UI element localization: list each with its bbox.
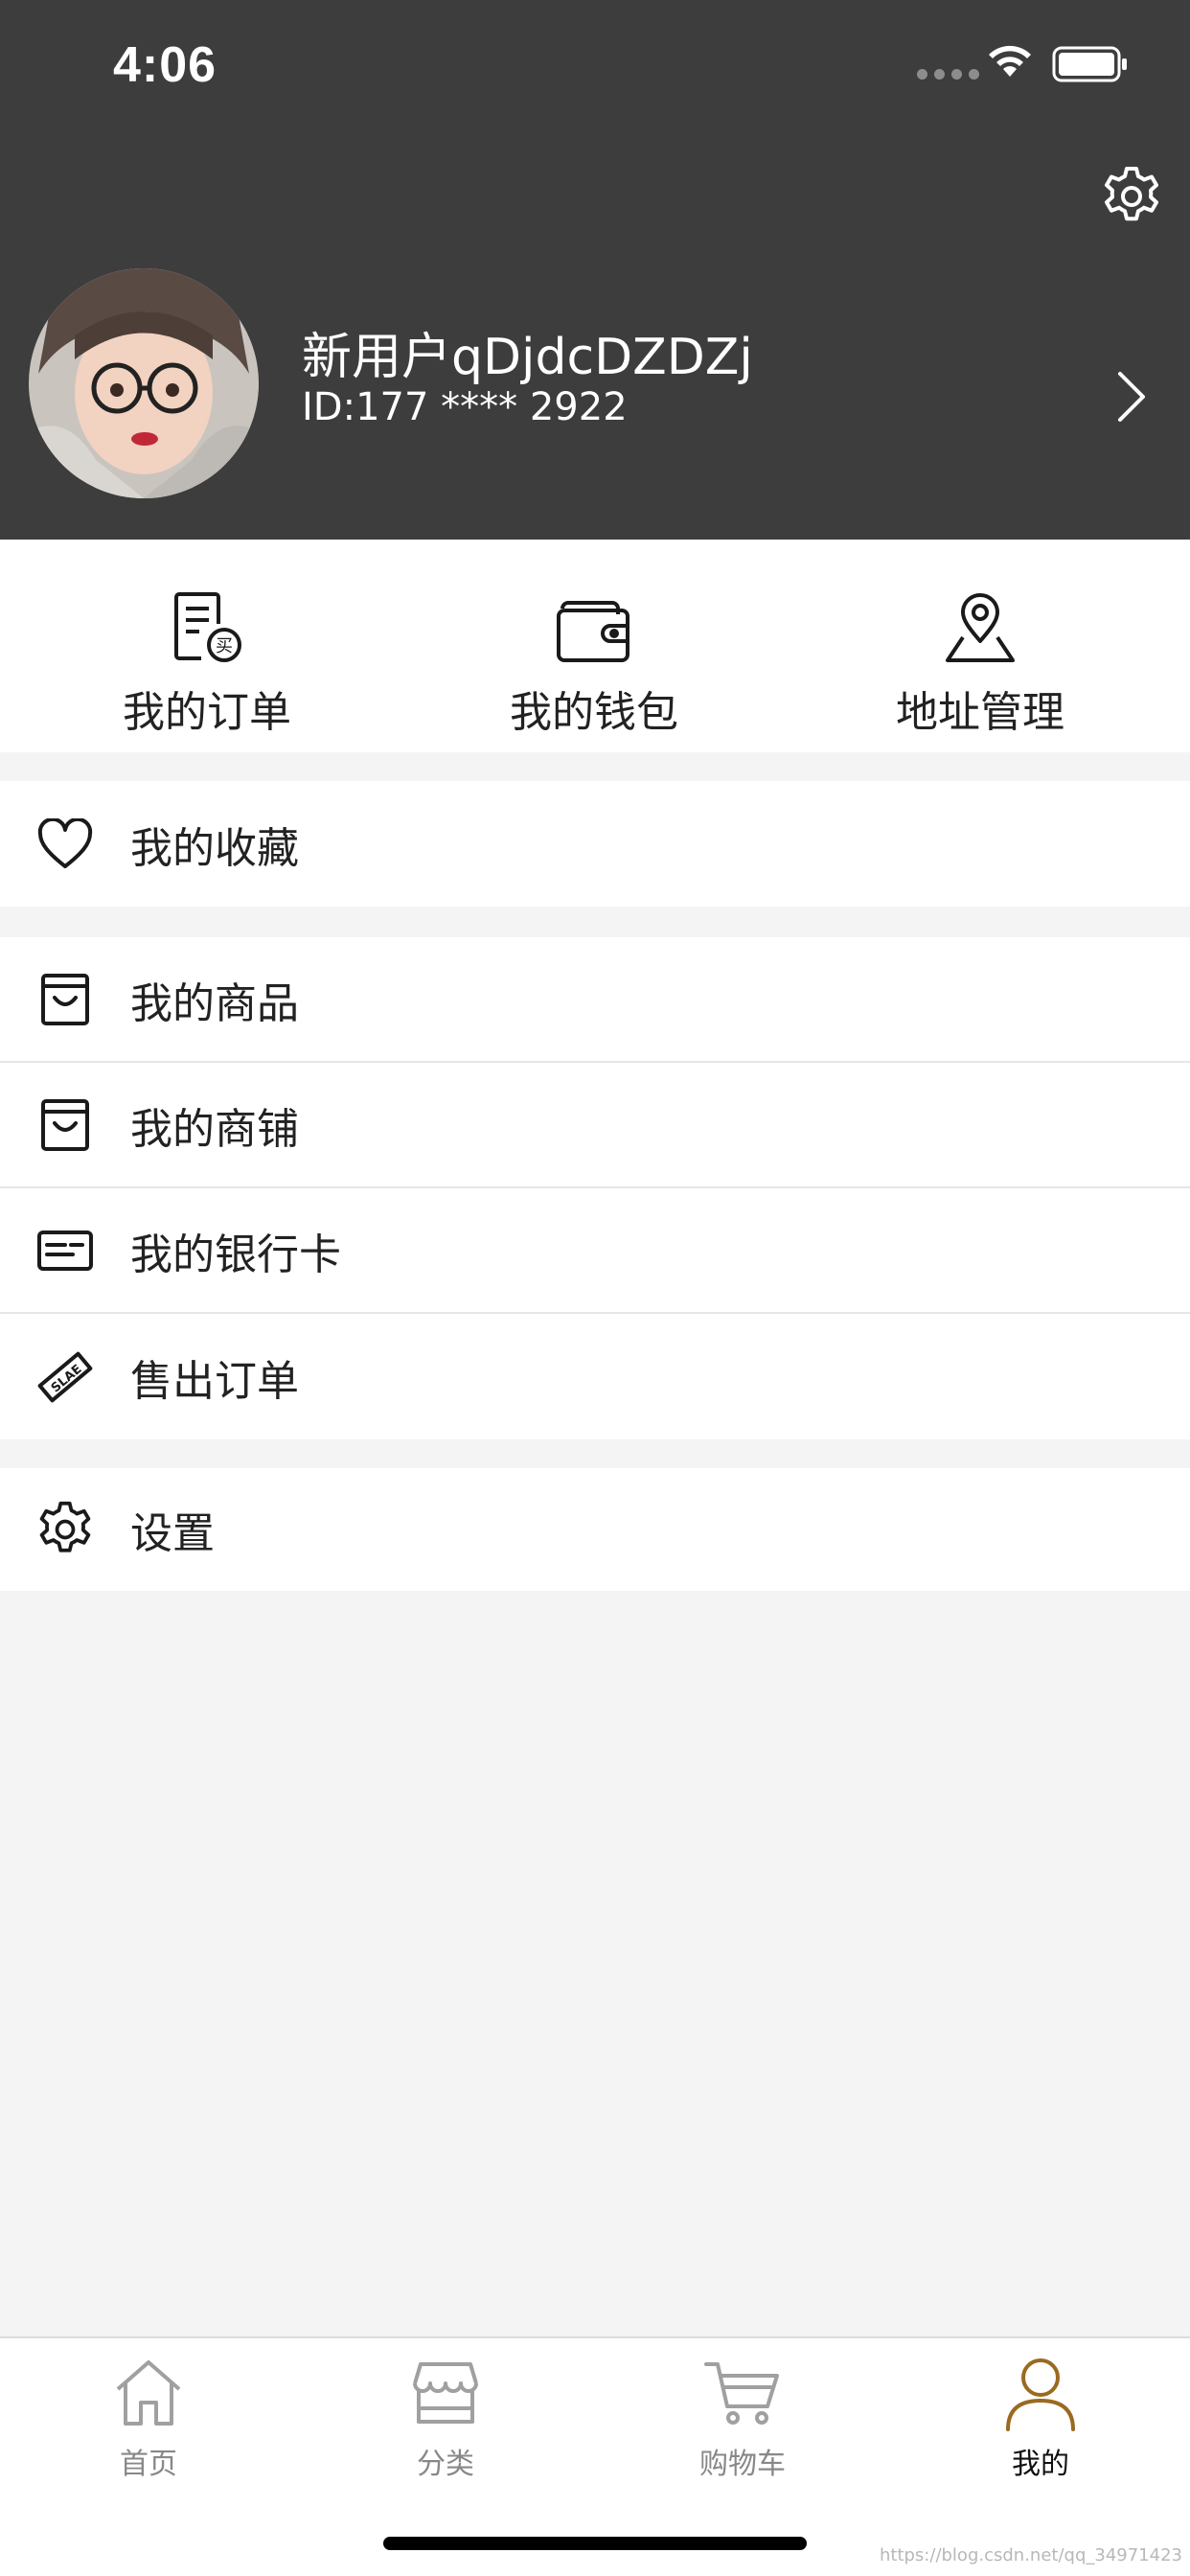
menu-label-my-products: 我的商品 bbox=[130, 978, 299, 1028]
menu-item-bank-card[interactable]: 我的银行卡 bbox=[0, 1188, 1190, 1314]
tab-category-label: 分类 bbox=[417, 2448, 474, 2481]
menu-group-store: 我的商品 我的商铺 我的银行卡 SLAE 售出订单 bbox=[0, 937, 1190, 1439]
bank-card-icon bbox=[37, 1230, 93, 1271]
menu-item-sold-orders[interactable]: SLAE 售出订单 bbox=[0, 1314, 1190, 1439]
avatar[interactable] bbox=[29, 268, 259, 498]
tab-mine[interactable]: 我的 bbox=[954, 2352, 1127, 2482]
settings-gear-icon[interactable] bbox=[1100, 165, 1163, 228]
menu-label-my-shop: 我的商铺 bbox=[130, 1104, 299, 1154]
store-icon bbox=[413, 2362, 478, 2424]
wallet-icon bbox=[557, 601, 629, 662]
tab-mine-label: 我的 bbox=[1012, 2448, 1069, 2481]
cellular-signal-icon bbox=[917, 69, 979, 80]
menu-label-bank-card: 我的银行卡 bbox=[130, 1230, 341, 1279]
battery-icon bbox=[1052, 46, 1127, 82]
menu-item-settings[interactable]: 设置 bbox=[0, 1468, 1190, 1591]
quick-actions: 买 我的订单 我的钱包 地址管理 bbox=[0, 540, 1190, 752]
tab-home-label: 首页 bbox=[120, 2448, 177, 2481]
profile-header: 4:06 新用户qDjdcDZDZj ID:177 **** 2922 bbox=[0, 0, 1190, 540]
my-orders-button[interactable]: 买 我的订单 bbox=[63, 589, 351, 739]
settings-gear-icon bbox=[39, 1501, 91, 1552]
tab-cart-label: 购物车 bbox=[699, 2448, 786, 2481]
shopping-bag-icon bbox=[41, 973, 89, 1025]
shopping-cart-icon bbox=[704, 2362, 779, 2425]
menu-group-favorites: 我的收藏 bbox=[0, 781, 1190, 907]
menu-item-my-shop[interactable]: 我的商铺 bbox=[0, 1063, 1190, 1188]
avatar-portrait-image bbox=[29, 268, 259, 498]
home-indicator[interactable] bbox=[383, 2537, 807, 2550]
shopping-bag-icon bbox=[41, 1098, 89, 1151]
user-id: ID:177 **** 2922 bbox=[302, 385, 628, 429]
sale-tag-icon: SLAE bbox=[37, 1351, 93, 1402]
menu-label-settings: 设置 bbox=[130, 1509, 215, 1558]
svg-text:买: 买 bbox=[216, 636, 233, 656]
status-time: 4:06 bbox=[113, 37, 217, 93]
my-wallet-label: 我的钱包 bbox=[510, 688, 678, 737]
address-management-label: 地址管理 bbox=[896, 688, 1064, 737]
location-pin-icon bbox=[946, 593, 1015, 662]
menu-label-sold-orders: 售出订单 bbox=[130, 1356, 299, 1406]
heart-icon bbox=[37, 817, 93, 868]
chevron-right-icon[interactable] bbox=[1114, 370, 1149, 424]
my-orders-label: 我的订单 bbox=[123, 688, 291, 737]
home-icon bbox=[116, 2360, 181, 2426]
address-management-button[interactable]: 地址管理 bbox=[836, 589, 1124, 739]
order-list-icon: 买 bbox=[174, 592, 241, 662]
tab-category[interactable]: 分类 bbox=[359, 2352, 532, 2482]
user-icon bbox=[1006, 2358, 1075, 2431]
menu-label-favorites: 我的收藏 bbox=[130, 823, 299, 873]
menu-item-my-products[interactable]: 我的商品 bbox=[0, 937, 1190, 1063]
menu-item-favorites[interactable]: 我的收藏 bbox=[0, 781, 1190, 907]
user-name: 新用户qDjdcDZDZj bbox=[302, 329, 753, 386]
watermark: https://blog.csdn.net/qq_34971423 bbox=[879, 2545, 1182, 2565]
my-wallet-button[interactable]: 我的钱包 bbox=[450, 589, 738, 739]
wifi-icon bbox=[989, 45, 1031, 77]
menu-group-settings: 设置 bbox=[0, 1468, 1190, 1591]
tab-home[interactable]: 首页 bbox=[62, 2352, 235, 2482]
tab-cart[interactable]: 购物车 bbox=[656, 2352, 829, 2482]
